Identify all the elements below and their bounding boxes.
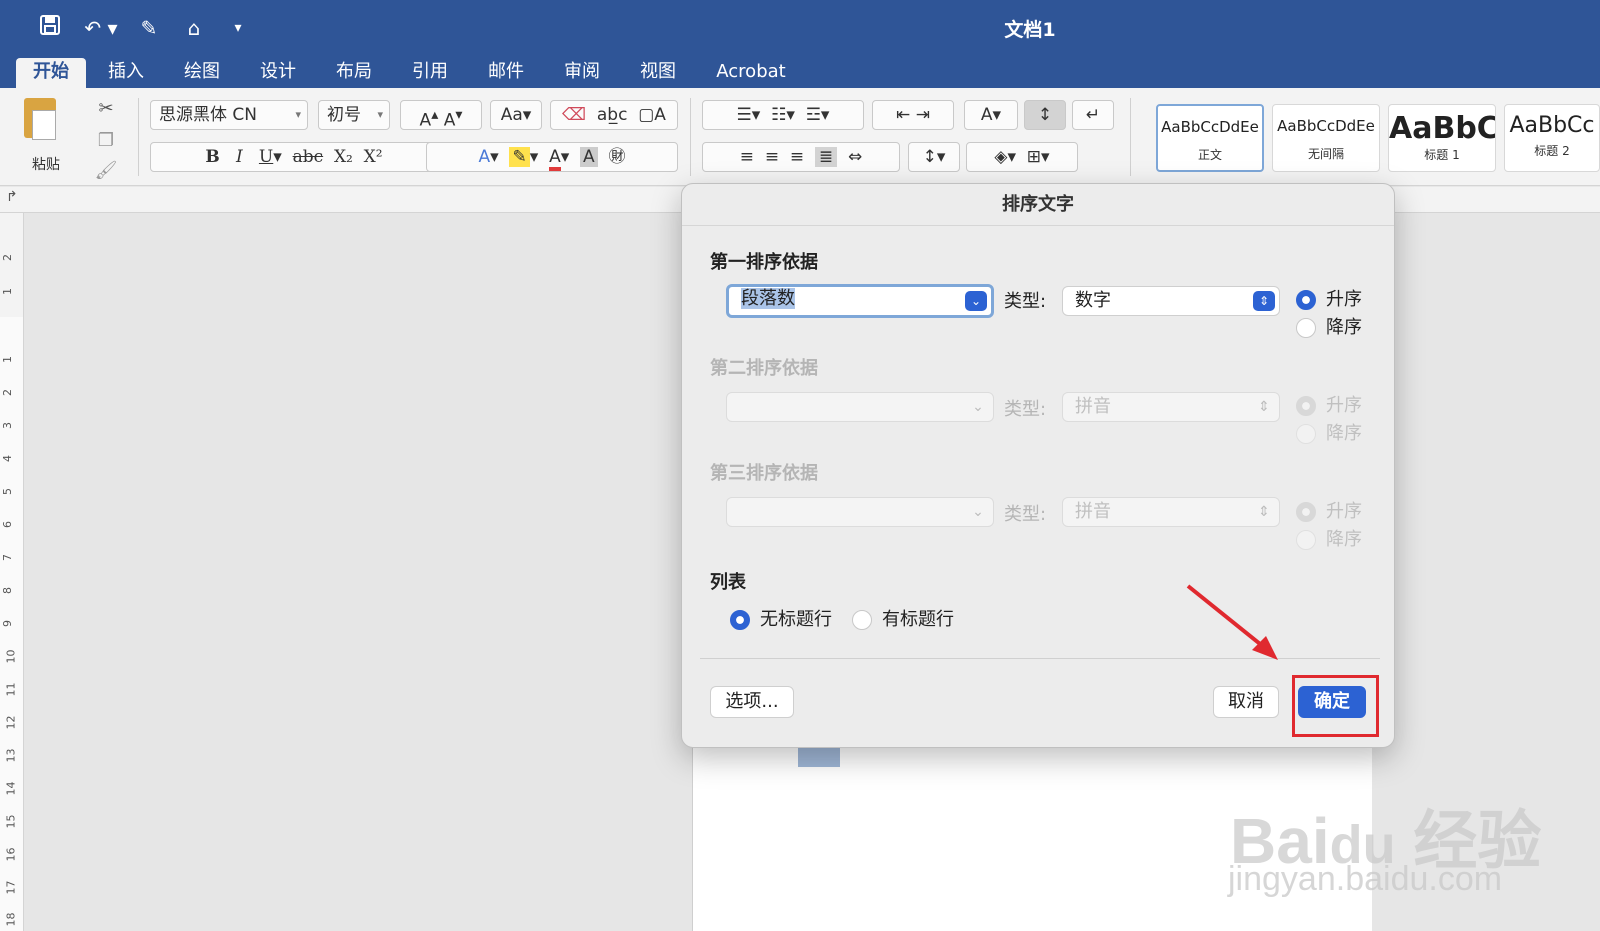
sort-button[interactable]: ↕ <box>1024 100 1066 130</box>
line-spacing-button[interactable]: ↕▾ <box>908 142 960 172</box>
style-no-spacing[interactable]: AaBbCcDdEe 无间隔 <box>1272 104 1380 172</box>
first-type-select[interactable]: 数字 ⇕ <box>1062 286 1280 316</box>
third-type-select[interactable]: 拼音 ⇕ <box>1062 497 1280 527</box>
shading-border-group[interactable]: ◈▾ ⊞▾ <box>966 142 1078 172</box>
first-type-value: 数字 <box>1075 290 1111 311</box>
third-sort-label: 第三排序依据 <box>710 463 818 484</box>
style-heading-2[interactable]: AaBbCc 标题 2 <box>1504 104 1600 172</box>
alignment-group[interactable]: ≡ ≡ ≡ ≣ ⇔ <box>702 142 900 172</box>
italic-icon: I <box>235 147 243 167</box>
first-sort-field-value: 段落数 <box>741 288 795 309</box>
cut-icon[interactable]: ✂ <box>94 94 118 124</box>
document-title: 文档1 <box>1004 19 1056 41</box>
tab-draw[interactable]: 绘图 <box>172 58 232 88</box>
third-type-label: 类型: <box>1004 504 1047 525</box>
third-descending-radio[interactable]: 降序 <box>1296 528 1362 552</box>
dialog-title: 排序文字 <box>682 184 1394 226</box>
highlight-box-annotation <box>1292 675 1379 737</box>
bold-icon: B <box>205 147 220 167</box>
paste-label: 粘贴 <box>32 157 60 173</box>
chevron-down-icon: ⌄ <box>972 399 984 415</box>
change-case-button[interactable]: Aa▾ <box>490 100 542 130</box>
paste-button[interactable]: 粘贴 <box>18 96 78 176</box>
second-ascending-radio[interactable]: 升序 <box>1296 394 1362 418</box>
ribbon: 粘贴 ✂ ❐ 🖌 思源黑体 CN ▾ 初号 ▾ A▴ A▾ Aa▾ ⌫ ab̲c… <box>0 88 1600 186</box>
underline-icon: U <box>258 147 274 167</box>
first-sort-label: 第一排序依据 <box>710 252 818 273</box>
undo-icon[interactable]: ↶ ▾ <box>80 14 122 42</box>
font-color-group[interactable]: A▾ ✎ ▾ A▾ A ㊖ <box>426 142 678 172</box>
text-effects-icon: A <box>478 147 491 167</box>
first-descending-radio[interactable]: 降序 <box>1296 316 1362 340</box>
font-size-change-buttons[interactable]: A▴ A▾ <box>400 100 482 131</box>
tab-insert[interactable]: 插入 <box>96 58 156 88</box>
tab-home[interactable]: 开始 <box>16 58 86 88</box>
red-arrow-annotation <box>1186 584 1278 660</box>
has-header-row-radio[interactable]: 有标题行 <box>852 608 954 632</box>
cancel-button[interactable]: 取消 <box>1213 686 1279 718</box>
style-heading-1[interactable]: AaBbC 标题 1 <box>1388 104 1496 172</box>
updown-chevron-icon: ⇕ <box>1253 291 1275 311</box>
first-ascending-radio[interactable]: 升序 <box>1296 288 1362 312</box>
second-descending-radio[interactable]: 降序 <box>1296 422 1362 446</box>
updown-chevron-icon: ⇕ <box>1258 399 1270 415</box>
third-ascending-radio[interactable]: 升序 <box>1296 500 1362 524</box>
font-size-value: 初号 <box>327 105 361 125</box>
show-marks-button[interactable]: ↵ <box>1072 100 1114 130</box>
second-sort-label: 第二排序依据 <box>710 358 818 379</box>
vertical-ruler: 2 1 1 2 3 4 5 6 7 8 9 10 11 12 13 14 15 … <box>0 213 24 931</box>
indent-group[interactable]: ⇤ ⇥ <box>872 100 954 130</box>
tab-layout[interactable]: 布局 <box>324 58 384 88</box>
first-sort-field-select[interactable]: 段落数 ⌄ <box>726 284 994 318</box>
chevron-down-icon: ⌄ <box>972 504 984 520</box>
baidu-watermark-url: jingyan.baidu.com <box>1228 860 1503 898</box>
save-icon[interactable] <box>36 14 64 42</box>
format-painter-icon[interactable]: 🖌 <box>94 156 118 186</box>
home-icon[interactable]: ⌂ <box>180 14 208 42</box>
second-sort-field-select[interactable]: ⌄ <box>726 392 994 422</box>
chevron-down-icon: ⌄ <box>965 291 987 311</box>
style-normal[interactable]: AaBbCcDdEe 正文 <box>1156 104 1264 172</box>
title-bar: ↶ ▾ ✎ ⌂ ▾ 文档1 <box>0 0 1600 58</box>
font-name-select[interactable]: 思源黑体 CN ▾ <box>150 100 308 130</box>
clear-format-group[interactable]: ⌫ ab̲c ▢A <box>550 100 678 130</box>
tab-references[interactable]: 引用 <box>400 58 460 88</box>
updown-chevron-icon: ⇕ <box>1258 504 1270 520</box>
third-sort-field-select[interactable]: ⌄ <box>726 497 994 527</box>
highlight-icon: ✎ <box>509 147 530 167</box>
font-color-icon: A <box>549 147 561 171</box>
tab-acrobat[interactable]: Acrobat <box>706 58 796 88</box>
customize-icon[interactable]: ▾ <box>228 14 248 42</box>
text-selection <box>798 745 840 767</box>
copy-icon[interactable]: ❐ <box>94 126 118 156</box>
ribbon-tabs: 开始 插入 绘图 设计 布局 引用 邮件 审阅 视图 Acrobat <box>0 58 1600 88</box>
second-type-label: 类型: <box>1004 399 1047 420</box>
font-name-value: 思源黑体 CN <box>159 105 257 125</box>
tab-review[interactable]: 审阅 <box>552 58 612 88</box>
tab-design[interactable]: 设计 <box>248 58 308 88</box>
options-button[interactable]: 选项... <box>710 686 794 718</box>
list-label: 列表 <box>710 572 746 593</box>
no-header-row-radio[interactable]: 无标题行 <box>730 608 832 632</box>
font-style-group[interactable]: B I U▾ abc X₂ X² <box>150 142 438 172</box>
font-size-select[interactable]: 初号 ▾ <box>318 100 390 130</box>
second-type-select[interactable]: 拼音 ⇕ <box>1062 392 1280 422</box>
list-group[interactable]: ☰▾ ☷▾ ☲▾ <box>702 100 864 130</box>
tab-stop-icon[interactable]: ↱ <box>6 189 18 205</box>
tab-mailings[interactable]: 邮件 <box>476 58 536 88</box>
sort-direction-button[interactable]: A▾ <box>964 100 1018 130</box>
edit-icon[interactable]: ✎ <box>135 14 163 42</box>
first-type-label: 类型: <box>1004 291 1047 312</box>
tab-view[interactable]: 视图 <box>628 58 688 88</box>
